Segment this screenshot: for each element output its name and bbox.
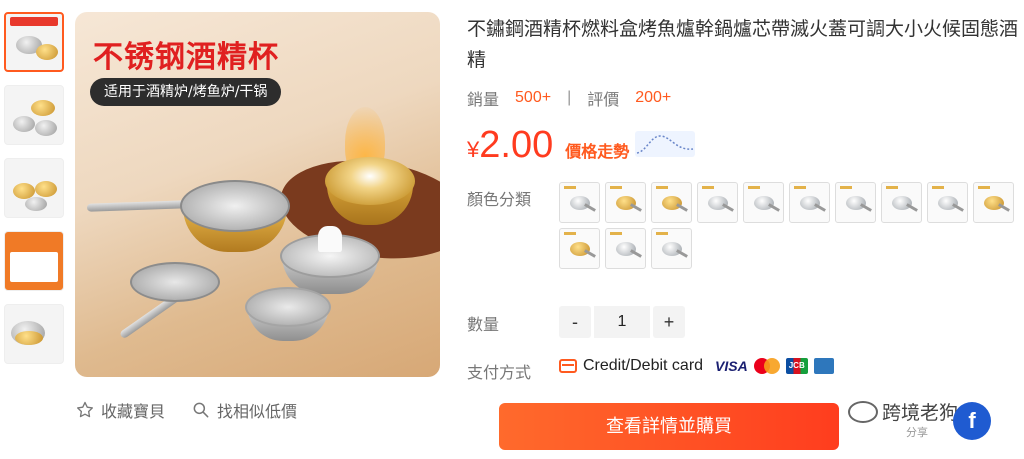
stats-divider: |: [567, 89, 572, 106]
payment-method-text: Credit/Debit card: [583, 357, 704, 374]
thumbnail-pan: [13, 116, 35, 132]
color-swatches: [559, 182, 1019, 269]
view-details-buy-button[interactable]: 查看詳情並購買: [499, 403, 839, 450]
thumbnail-pan: [35, 120, 57, 136]
watermark-text: 跨境老狗: [882, 402, 959, 424]
color-swatch[interactable]: [927, 182, 968, 223]
jcb-logo-icon: JCB: [785, 358, 808, 374]
payment-label: 支付方式: [467, 363, 532, 382]
flat-lid: [130, 262, 220, 302]
color-swatch[interactable]: [973, 182, 1014, 223]
find-similar-button[interactable]: 找相似低價: [191, 398, 297, 422]
favorite-button[interactable]: 收藏寶貝: [75, 398, 165, 422]
color-swatch[interactable]: [697, 182, 738, 223]
tray-rim: [245, 287, 331, 327]
burner-handle: [86, 200, 188, 212]
swatch-label-mark: [564, 232, 576, 235]
color-swatch[interactable]: [651, 182, 692, 223]
thumbnail-list: [4, 12, 66, 377]
price-row: ¥ 2.00 價格走勢: [467, 124, 696, 167]
thumbnail-1[interactable]: [4, 12, 64, 72]
star-icon: [77, 401, 94, 418]
image-subtitle: 适用于酒精炉/烤鱼炉/干锅: [90, 78, 282, 106]
color-swatch[interactable]: [789, 182, 830, 223]
image-headline: 不锈钢酒精杯: [93, 40, 279, 75]
watermark: 跨境老狗: [848, 398, 958, 425]
swatch-label-mark: [840, 186, 852, 189]
quantity-label: 數量: [467, 315, 500, 334]
swatch-label-mark: [978, 186, 990, 189]
thumbnail-2[interactable]: [4, 85, 64, 145]
thumbnail-pan: [36, 44, 58, 60]
find-similar-label: 找相似低價: [217, 404, 298, 421]
price-trend-sparkline-icon[interactable]: [635, 131, 696, 157]
sales-value: 500+: [515, 89, 552, 106]
mastercard-logo-icon: [753, 358, 780, 374]
thumbnail-pan: [25, 197, 47, 211]
amex-logo-icon: [813, 358, 834, 374]
color-swatch[interactable]: [605, 182, 646, 223]
product-stats: 銷量 500+ | 評價 200+: [467, 86, 1019, 110]
burner-lid: [180, 180, 290, 232]
thumbnail-4[interactable]: [4, 231, 64, 291]
color-swatch[interactable]: [605, 228, 646, 269]
share-label: 分享: [906, 427, 928, 439]
favorite-label: 收藏寶貝: [101, 404, 166, 421]
wechat-icon: [848, 400, 878, 423]
color-swatch[interactable]: [743, 182, 784, 223]
credit-card-icon: [559, 359, 577, 373]
thumbnail-pan: [35, 181, 57, 197]
swatch-label-mark: [656, 232, 668, 235]
product-info: 不鏽鋼酒精杯燃料盒烤魚爐幹鍋爐芯帶滅火蓋可調大小火候固態酒精 銷量 500+ |…: [467, 14, 1019, 382]
image-actions: 收藏寶貝 找相似低價: [75, 398, 297, 422]
thumbnail-panel: [10, 252, 58, 282]
swatch-label-mark: [886, 186, 898, 189]
thumbnail-banner: [10, 17, 58, 26]
payment-methods: Credit/Debit card VISA JCB: [559, 357, 834, 375]
color-swatch[interactable]: [881, 182, 922, 223]
quantity-input[interactable]: 1: [594, 306, 650, 338]
color-swatch[interactable]: [559, 228, 600, 269]
color-swatch[interactable]: [559, 182, 600, 223]
swatch-label-mark: [794, 186, 806, 189]
thumbnail-pan: [31, 100, 55, 116]
main-product-image[interactable]: 不锈钢酒精杯 适用于酒精炉/烤鱼炉/干锅: [75, 12, 440, 377]
swatch-label-mark: [610, 186, 622, 189]
swatch-label-mark: [656, 186, 668, 189]
swatch-label-mark: [932, 186, 944, 189]
reviews-value[interactable]: 200+: [635, 89, 671, 107]
facebook-share-icon[interactable]: f: [953, 402, 991, 440]
quantity-stepper: - 1 +: [559, 306, 685, 338]
price-trend-link[interactable]: 價格走勢: [565, 138, 629, 162]
thumbnail-3[interactable]: [4, 158, 64, 218]
price-currency: ¥: [467, 137, 480, 162]
thumbnail-pan: [15, 331, 43, 345]
color-swatch[interactable]: [651, 228, 692, 269]
quantity-minus-button[interactable]: -: [559, 306, 591, 338]
reviews-label: 評價: [587, 92, 620, 109]
color-swatch[interactable]: [835, 182, 876, 223]
gold-cup-rim: [325, 157, 415, 205]
fuel-wick: [318, 226, 342, 252]
price-value: 2.00: [479, 124, 554, 166]
swatch-label-mark: [564, 186, 576, 189]
quantity-plus-button[interactable]: +: [653, 306, 685, 338]
color-label: 顏色分類: [467, 190, 532, 209]
product-title: 不鏽鋼酒精杯燃料盒烤魚爐幹鍋爐芯帶滅火蓋可調大小火候固態酒精: [467, 18, 1019, 71]
swatch-label-mark: [610, 232, 622, 235]
sales-label: 銷量: [467, 92, 500, 109]
thumbnail-5[interactable]: [4, 304, 64, 364]
visa-logo-icon: VISA: [715, 358, 748, 374]
swatch-label-mark: [702, 186, 714, 189]
search-icon: [193, 402, 209, 418]
swatch-label-mark: [748, 186, 760, 189]
